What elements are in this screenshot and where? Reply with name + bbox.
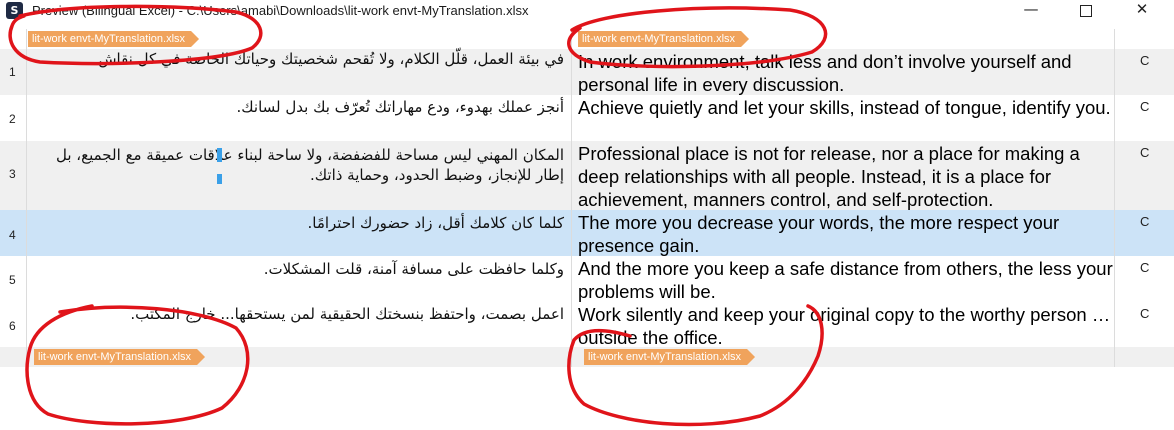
source-cell: اعمل بصمت، واحتفظ بنسختك الحقيقية لمن يس… xyxy=(130,305,564,323)
status-cell: C xyxy=(1140,99,1150,114)
table-row[interactable]: 1 في بيئة العمل، قلّل الكلام، ولا تُقحم … xyxy=(0,49,1174,95)
bilingual-grid: 1 في بيئة العمل، قلّل الكلام، ولا تُقحم … xyxy=(0,49,1174,349)
source-cell: كلما كان كلامك أقل، زاد حضورك احترامًا. xyxy=(307,214,564,232)
table-row[interactable]: 6 اعمل بصمت، واحتفظ بنسختك الحقيقية لمن … xyxy=(0,302,1174,349)
source-cell: المكان المهني ليس مساحة للفضفضة، ولا ساح… xyxy=(55,146,564,184)
cursor-caret-marker xyxy=(217,148,222,162)
status-cell: C xyxy=(1140,214,1150,229)
app-logo-icon: S xyxy=(6,2,23,19)
maximize-button[interactable] xyxy=(1062,0,1110,22)
source-cell: وكلما حافظت على مسافة آمنة، قلت المشكلات… xyxy=(263,260,564,278)
target-cell[interactable]: The more you decrease your words, the mo… xyxy=(578,211,1113,257)
column-divider xyxy=(26,29,27,367)
status-cell: C xyxy=(1140,306,1150,321)
status-cell: C xyxy=(1140,53,1150,68)
table-row-selected[interactable]: 4 كلما كان كلامك أقل، زاد حضورك احترامًا… xyxy=(0,210,1174,256)
minimize-button[interactable]: — xyxy=(1007,0,1055,22)
target-cell[interactable]: In work environment, talk less and don’t… xyxy=(578,50,1113,96)
target-cell[interactable]: Work silently and keep your original cop… xyxy=(578,303,1113,349)
source-file-tag-bottom: lit-work envt-MyTranslation.xlsx xyxy=(34,349,205,365)
file-tag-row-top: lit-work envt-MyTranslation.xlsx lit-wor… xyxy=(0,29,1174,49)
minimize-icon: — xyxy=(1023,0,1039,18)
source-cell: في بيئة العمل، قلّل الكلام، ولا تُقحم شخ… xyxy=(93,50,564,68)
file-tag-row-bottom: lit-work envt-MyTranslation.xlsx lit-wor… xyxy=(0,347,1174,367)
source-cell: أنجز عملك بهدوء، ودع مهاراتك تُعرّف بك ب… xyxy=(236,98,564,116)
target-file-tag-bottom: lit-work envt-MyTranslation.xlsx xyxy=(584,349,755,365)
cursor-caret-marker xyxy=(217,174,222,184)
target-file-tag-top: lit-work envt-MyTranslation.xlsx xyxy=(578,31,749,47)
column-divider xyxy=(1114,29,1115,367)
status-cell: C xyxy=(1140,260,1150,275)
table-row[interactable]: 2 أنجز عملك بهدوء، ودع مهاراتك تُعرّف بك… xyxy=(0,95,1174,141)
table-row[interactable]: 5 وكلما حافظت على مسافة آمنة، قلت المشكل… xyxy=(0,256,1174,302)
maximize-icon xyxy=(1080,5,1092,17)
target-cell[interactable]: Achieve quietly and let your skills, ins… xyxy=(578,96,1113,119)
source-file-tag-top: lit-work envt-MyTranslation.xlsx xyxy=(28,31,199,47)
target-cell[interactable]: And the more you keep a safe distance fr… xyxy=(578,257,1113,303)
window-title: Preview (Bilingual Excel) - C:\Users\ama… xyxy=(32,3,529,18)
column-divider xyxy=(571,29,572,367)
close-icon: ✕ xyxy=(1135,0,1149,18)
target-cell[interactable]: Professional place is not for release, n… xyxy=(578,142,1113,211)
status-cell: C xyxy=(1140,145,1150,160)
title-bar: S Preview (Bilingual Excel) - C:\Users\a… xyxy=(0,0,1174,22)
close-button[interactable]: ✕ xyxy=(1118,0,1166,22)
table-row[interactable]: 3 المكان المهني ليس مساحة للفضفضة، ولا س… xyxy=(0,141,1174,210)
